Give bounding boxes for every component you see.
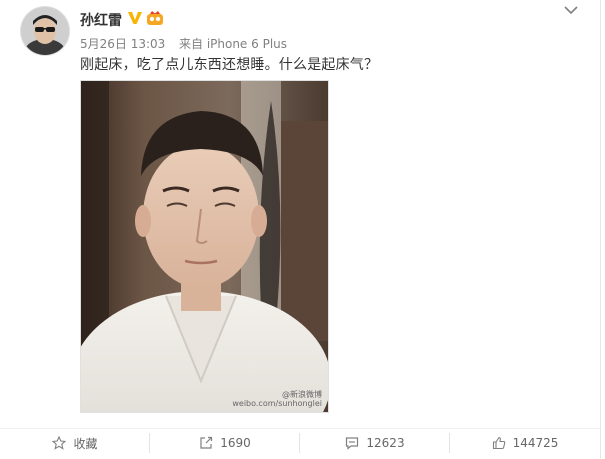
source-prefix: 来自 [178,37,203,51]
repost-count: 1690 [220,436,251,450]
photo-watermark: @新浪微博 weibo.com/sunhonglei [232,390,322,408]
share-box-icon [200,436,213,449]
star-icon [52,436,67,450]
post-text: 刚起床，吃了点儿东西还想睡。什么是起床气？ [80,57,379,73]
comment-count: 12623 [366,436,405,450]
comment-button[interactable]: 12623 [300,429,450,457]
verified-v-icon [128,12,142,24]
author-name[interactable]: 孙红雷 [80,10,122,30]
post-meta: 5月26日 13:03 来自 iPhone 6 Plus [80,35,287,52]
thumbs-up-icon [492,436,505,450]
favorite-label: 收藏 [73,436,98,451]
weibo-post-card: 孙红雷 5月26日 13:03 来自 iPhone 6 Plus 刚起床，吃了点… [0,0,601,459]
post-date[interactable]: 5月26日 13:03 [80,37,165,51]
comment-icon [346,437,359,450]
action-bar: 收藏 1690 12623 144725 [0,428,600,459]
post-source[interactable]: iPhone 6 Plus [207,37,287,51]
like-count: 144725 [512,436,559,450]
vip-crown-icon[interactable] [146,10,164,26]
favorite-button[interactable]: 收藏 [0,429,150,457]
like-button[interactable]: 144725 [450,429,600,457]
post-photo[interactable]: @新浪微博 weibo.com/sunhonglei [80,80,329,413]
avatar[interactable] [20,6,70,56]
repost-button[interactable]: 1690 [150,429,300,457]
chevron-down-icon[interactable] [563,4,579,16]
